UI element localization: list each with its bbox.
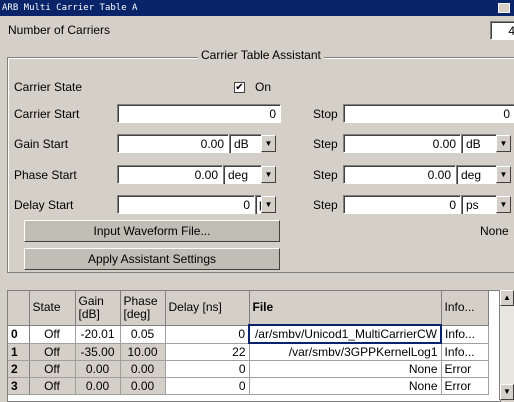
row-delay[interactable]: 0 [165,360,250,378]
window-maximize-button[interactable] [498,3,510,13]
delay-start-field[interactable]: 0 [117,195,255,214]
delay-step-unit-dropdown[interactable]: ▼ [496,196,511,213]
phase-start-unit[interactable]: deg [223,165,261,184]
row-phase[interactable]: 10.00 [120,343,166,361]
table-header-row: State Gain [dB] Phase [deg] Delay [ns] F… [8,291,489,326]
row-info[interactable]: Error [441,360,489,378]
carrier-stop-label: Stop [313,107,338,121]
phase-start-unit-dropdown[interactable]: ▼ [261,166,276,183]
header-file[interactable]: File [249,291,442,326]
delay-start-label: Delay Start [14,198,74,212]
chevron-up-icon: ▲ [503,293,511,302]
gain-step-label: Step [313,137,338,151]
gain-start-field[interactable]: 0.00 [117,134,229,153]
phase-step-label: Step [313,168,338,182]
row-gain[interactable]: 0.00 [75,377,121,395]
phase-step-unit[interactable]: deg [456,165,496,184]
header-delay[interactable]: Delay [ns] [165,291,250,326]
row-gain[interactable]: -20.01 [75,325,121,344]
row-state[interactable]: Off [29,377,76,395]
window-title: ARB Multi Carrier Table A [2,3,138,13]
row-phase[interactable]: 0.00 [120,377,166,395]
row-state[interactable]: Off [29,325,76,344]
delay-step-unit[interactable]: ps [461,195,496,214]
number-of-carriers-field[interactable]: 4 [490,21,514,40]
row-delay[interactable]: 0 [165,325,250,344]
delay-step-field[interactable]: 0 [343,195,461,214]
row-file[interactable]: /ar/smbv/Unicod1_MultiCarrierCW [248,324,442,344]
carrier-stop-field[interactable]: 0 [343,104,514,123]
phase-start-label: Phase Start [14,168,77,182]
chevron-down-icon: ▼ [503,387,511,396]
phase-start-field[interactable]: 0.00 [117,165,223,184]
row-gain[interactable]: -35.00 [75,343,121,361]
row-delay[interactable]: 22 [165,343,250,361]
row-file[interactable]: /var/smbv/3GPPKernelLog1 [249,343,442,361]
carrier-table: State Gain [dB] Phase [deg] Delay [ns] F… [7,290,501,402]
phase-step-field[interactable]: 0.00 [343,165,456,184]
row-file[interactable]: None [249,360,442,378]
row-state[interactable]: Off [29,343,76,361]
carrier-table-assistant-title: Carrier Table Assistant [198,48,324,62]
header-info[interactable]: Info... [441,291,489,326]
apply-assistant-settings-button[interactable]: Apply Assistant Settings [24,248,280,270]
gain-start-label: Gain Start [14,137,69,151]
header-index [8,291,30,326]
input-waveform-file-value: None [480,224,509,238]
table-row[interactable]: 2 Off 0.00 0.00 0 None Error [8,360,489,378]
scroll-down-button[interactable]: ▼ [500,384,514,400]
gain-start-unit-dropdown[interactable]: ▼ [261,135,276,152]
row-phase[interactable]: 0.00 [120,360,166,378]
phase-step-unit-dropdown[interactable]: ▼ [496,166,511,183]
delay-step-label: Step [313,198,338,212]
row-info[interactable]: Error [441,377,489,395]
scroll-up-button[interactable]: ▲ [500,290,514,306]
chevron-down-icon: ▼ [264,139,273,148]
row-delay[interactable]: 0 [165,377,250,395]
input-waveform-file-button[interactable]: Input Waveform File... [24,220,280,242]
header-phase[interactable]: Phase [deg] [120,291,166,326]
chevron-down-icon: ▼ [264,170,273,179]
gain-start-unit[interactable]: dB [229,134,261,153]
row-index: 3 [8,377,30,395]
chevron-down-icon: ▼ [499,139,508,148]
header-gain[interactable]: Gain [dB] [75,291,121,326]
row-gain[interactable]: 0.00 [75,360,121,378]
row-index: 2 [8,360,30,378]
row-file[interactable]: None [249,377,442,395]
carrier-table-grid: State Gain [dB] Phase [deg] Delay [ns] F… [8,291,489,395]
carrier-start-field[interactable]: 0 [117,104,281,123]
chevron-down-icon: ▼ [499,170,508,179]
row-state[interactable]: Off [29,360,76,378]
table-row[interactable]: 1 Off -35.00 10.00 22 /var/smbv/3GPPKern… [8,343,489,361]
carrier-start-label: Carrier Start [14,107,80,121]
row-index: 0 [8,325,30,344]
carrier-state-checkbox[interactable]: ✔ [234,82,245,93]
table-row[interactable]: 0 Off -20.01 0.05 0 /ar/smbv/Unicod1_Mul… [8,324,489,344]
chevron-down-icon: ▼ [264,200,273,209]
table-vertical-scrollbar[interactable]: ▲ ▼ [499,290,514,400]
gain-step-unit[interactable]: dB [461,134,496,153]
row-info[interactable]: Info... [441,325,489,344]
gain-step-field[interactable]: 0.00 [343,134,461,153]
window-titlebar: ARB Multi Carrier Table A [0,0,514,16]
delay-start-unit-dropdown[interactable]: ▼ [261,196,276,213]
gain-step-unit-dropdown[interactable]: ▼ [496,135,511,152]
header-state[interactable]: State [29,291,76,326]
number-of-carriers-label: Number of Carriers [8,23,111,37]
row-phase[interactable]: 0.05 [120,325,166,344]
table-row[interactable]: 3 Off 0.00 0.00 0 None Error [8,377,489,395]
chevron-down-icon: ▼ [499,200,508,209]
carrier-state-value: On [255,80,272,94]
row-index: 1 [8,343,30,361]
carrier-state-label: Carrier State [14,80,83,94]
row-info[interactable]: Info... [441,343,489,361]
